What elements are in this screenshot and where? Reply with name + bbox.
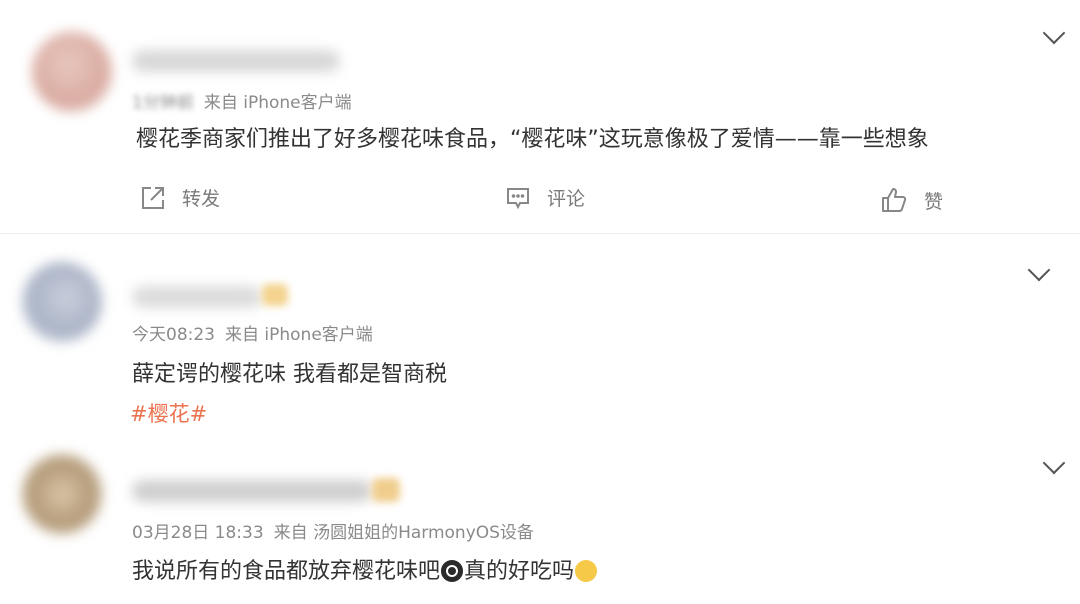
comment-button[interactable]: 评论	[505, 184, 585, 211]
hashtag-link[interactable]: #樱花#	[130, 398, 207, 428]
post-text-part: 我说所有的食品都放弃樱花味吧	[132, 559, 441, 584]
chevron-down-icon[interactable]	[1027, 258, 1051, 282]
hear-no-evil-emoji-icon	[441, 560, 464, 582]
comment-label: 评论	[547, 188, 586, 210]
thumbs-up-icon	[880, 186, 908, 214]
avatar[interactable]	[32, 32, 112, 112]
post-time: 今天08:23	[132, 325, 215, 345]
post-source: 来自 iPhone客户端	[203, 93, 352, 113]
crying-face-emoji-icon	[575, 560, 598, 582]
user-badge-icon	[262, 284, 288, 306]
post-meta: 03月28日 18:33 来自 汤圆姐姐的HarmonyOS设备	[132, 518, 534, 543]
feed-item: 1分钟前 来自 iPhone客户端 樱花季商家们推出了好多樱花味食品，“樱花味”这…	[0, 0, 1080, 234]
post-source: 来自 汤圆姐姐的HarmonyOS设备	[273, 523, 534, 543]
post-time: 03月28日 18:33	[132, 523, 264, 543]
like-label: 赞	[924, 190, 944, 213]
comment-bubble-icon	[505, 185, 531, 211]
post-meta: 1分钟前 来自 iPhone客户端	[132, 88, 352, 113]
username-blurred[interactable]	[132, 50, 340, 72]
post-content: 薛定谔的樱花味 我看都是智商税	[132, 362, 447, 387]
chevron-down-icon[interactable]	[1042, 21, 1066, 45]
comment-feed: 1分钟前 来自 iPhone客户端 樱花季商家们推出了好多樱花味食品，“樱花味”这…	[0, 0, 1080, 604]
feed-item: 03月28日 18:33 来自 汤圆姐姐的HarmonyOS设备 我说所有的食品都…	[0, 440, 1080, 604]
user-badge-icon	[372, 478, 400, 502]
avatar[interactable]	[22, 262, 102, 342]
avatar[interactable]	[22, 454, 102, 534]
post-meta: 今天08:23 来自 iPhone客户端	[132, 320, 373, 345]
post-content: 我说所有的食品都放弃樱花味吧 真的好吃吗	[132, 553, 598, 585]
post-source: 来自 iPhone客户端	[225, 325, 373, 345]
repost-button[interactable]: 转发	[140, 184, 220, 211]
feed-item: 今天08:23 来自 iPhone客户端 薛定谔的樱花味 我看都是智商税 #樱花#	[0, 240, 1080, 440]
post-text-part: 真的好吃吗	[464, 559, 575, 584]
username-blurred[interactable]	[132, 480, 372, 502]
share-box-icon	[140, 185, 166, 211]
action-bar: 转发 评论 赞	[0, 180, 1080, 220]
post-time: 1分钟前	[132, 93, 194, 113]
post-content: 樱花季商家们推出了好多樱花味食品，“樱花味”这玩意像极了爱情——靠一些想象	[136, 127, 929, 152]
repost-label: 转发	[182, 188, 221, 210]
like-button[interactable]: 赞	[880, 186, 943, 214]
chevron-down-icon[interactable]	[1042, 451, 1066, 475]
username-blurred[interactable]	[132, 286, 262, 308]
